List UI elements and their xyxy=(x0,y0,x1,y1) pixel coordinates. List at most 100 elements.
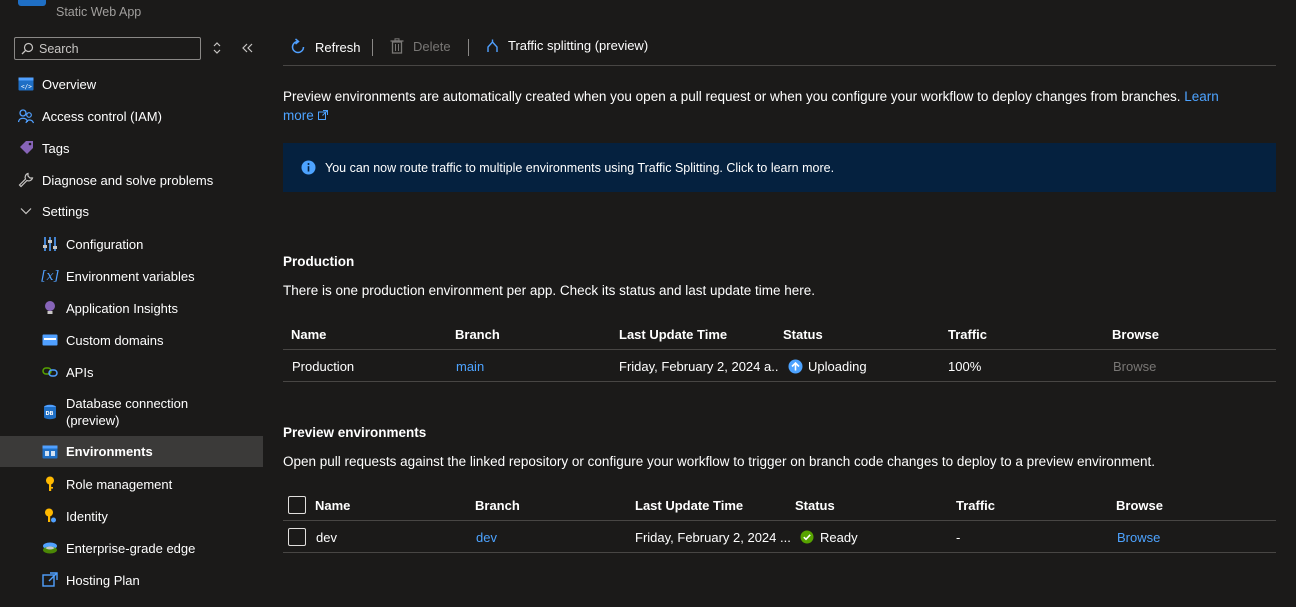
production-table: Name Branch Last Update Time Status Traf… xyxy=(283,318,1276,382)
sidebar-item-label: APIs xyxy=(66,364,94,380)
app-subtitle: Static Web App xyxy=(56,5,142,19)
refresh-label: Refresh xyxy=(315,39,361,55)
main-content: Refresh Delete Traffic splitting (previe… xyxy=(283,0,1276,607)
sidebar-item-database-connection[interactable]: DB Database connection (preview) xyxy=(0,394,263,430)
sidebar-item-overview[interactable]: </> Overview xyxy=(0,72,263,96)
column-header-last-update[interactable]: Last Update Time xyxy=(635,489,743,521)
sidebar-item-custom-domains[interactable]: Custom domains xyxy=(0,328,263,352)
lightbulb-icon xyxy=(42,300,58,316)
sidebar-item-label: Tags xyxy=(42,140,70,156)
upload-arrow-icon xyxy=(788,359,803,373)
traffic-splitting-label: Traffic splitting (preview) xyxy=(508,38,649,53)
column-header-browse[interactable]: Browse xyxy=(1112,318,1159,350)
column-header-last-update[interactable]: Last Update Time xyxy=(619,318,727,350)
sidebar-item-configuration[interactable]: Configuration xyxy=(0,232,263,256)
toolbar-divider xyxy=(468,39,469,56)
refresh-icon xyxy=(291,38,305,54)
preview-description: Open pull requests against the linked re… xyxy=(283,454,1155,469)
refresh-button[interactable]: Refresh xyxy=(289,38,361,56)
sidebar-item-label: Environments xyxy=(66,444,153,459)
people-icon xyxy=(18,108,34,124)
app-header: Static Web App xyxy=(0,0,263,24)
column-header-name[interactable]: Name xyxy=(315,489,350,521)
sidebar-item-enterprise-edge[interactable]: Enterprise-grade edge xyxy=(0,536,263,560)
production-title: Production xyxy=(283,254,355,269)
tag-icon xyxy=(18,140,34,156)
traffic-splitting-button[interactable]: Traffic splitting (preview) xyxy=(486,38,648,53)
row-checkbox[interactable] xyxy=(288,521,306,553)
branch-link[interactable]: dev xyxy=(476,521,497,553)
wrench-icon xyxy=(18,172,34,188)
chevron-down-icon xyxy=(18,203,34,219)
checkbox-box xyxy=(288,528,306,546)
table-header-row: Name Branch Last Update Time Status Traf… xyxy=(283,489,1276,521)
database-icon: DB xyxy=(42,404,58,420)
sidebar-item-label: Overview xyxy=(42,76,97,92)
column-header-status[interactable]: Status xyxy=(795,489,835,521)
search-icon xyxy=(21,42,34,55)
traffic-value: 100% xyxy=(948,358,982,374)
sidebar-item-diagnose[interactable]: Diagnose and solve problems xyxy=(0,168,263,192)
collapse-sidebar-icon[interactable] xyxy=(240,41,254,55)
checkmark-circle-icon xyxy=(800,530,814,544)
sidebar-item-tags[interactable]: Tags xyxy=(0,136,263,160)
key-icon xyxy=(42,476,58,492)
traffic-split-icon xyxy=(487,39,498,52)
browse-link[interactable]: Browse xyxy=(1117,521,1160,553)
toolbar-divider xyxy=(372,39,373,56)
info-banner-text: You can now route traffic to multiple en… xyxy=(325,160,835,175)
column-header-traffic[interactable]: Traffic xyxy=(956,489,995,521)
sort-icon[interactable] xyxy=(211,41,223,55)
sidebar-item-label: Configuration xyxy=(66,236,144,252)
sidebar-item-environments[interactable]: Environments xyxy=(0,436,263,467)
link-icon xyxy=(42,364,58,380)
learn-more-link-text: Learn xyxy=(1184,89,1219,104)
search-input[interactable]: Search xyxy=(14,37,201,60)
sidebar-item-hosting-plan[interactable]: Hosting Plan xyxy=(0,568,263,592)
checkbox-box xyxy=(288,496,306,514)
svg-text:DB: DB xyxy=(46,411,54,417)
last-update-time: Friday, February 2, 2024 ... xyxy=(635,529,791,545)
domain-icon xyxy=(42,332,58,348)
status-cell: Ready xyxy=(800,521,858,553)
environments-icon xyxy=(42,444,58,460)
table-row[interactable]: dev dev Friday, February 2, 2024 ... Rea… xyxy=(283,521,1276,553)
sidebar-item-role-management[interactable]: Role management xyxy=(0,472,263,496)
select-all-checkbox[interactable] xyxy=(288,489,306,521)
sidebar-item-label: Hosting Plan xyxy=(66,572,140,588)
search-placeholder: Search xyxy=(39,41,79,56)
column-header-name[interactable]: Name xyxy=(291,318,326,350)
column-header-branch[interactable]: Branch xyxy=(455,318,500,350)
env-name: Production xyxy=(292,358,355,374)
branch-link[interactable]: main xyxy=(456,350,484,382)
sidebar-group-settings[interactable]: Settings xyxy=(0,199,263,223)
column-header-traffic[interactable]: Traffic xyxy=(948,318,987,350)
table-row[interactable]: Production main Friday, February 2, 2024… xyxy=(283,350,1276,382)
sidebar: Static Web App Search </> Overview Acces… xyxy=(0,0,263,607)
sidebar-item-label: Environment variables xyxy=(66,268,195,284)
sidebar-item-label: Custom domains xyxy=(66,332,164,348)
external-link-icon xyxy=(317,110,328,120)
info-banner[interactable]: You can now route traffic to multiple en… xyxy=(283,143,1276,192)
delete-button[interactable]: Delete xyxy=(390,38,451,54)
svg-text:</>: </> xyxy=(21,84,32,91)
sidebar-item-label: Identity xyxy=(66,508,108,524)
sidebar-item-application-insights[interactable]: Application Insights xyxy=(0,296,263,320)
env-name: dev xyxy=(316,529,337,545)
sidebar-item-apis[interactable]: APIs xyxy=(0,360,263,384)
status-text: Uploading xyxy=(808,358,867,374)
production-description: There is one production environment per … xyxy=(283,283,816,298)
sidebar-item-label: Access control (IAM) xyxy=(42,108,162,124)
variable-icon: [x] xyxy=(41,268,59,284)
table-header-row: Name Branch Last Update Time Status Traf… xyxy=(283,318,1276,350)
identity-icon xyxy=(42,508,58,524)
sidebar-item-identity[interactable]: Identity xyxy=(0,504,263,528)
traffic-value: - xyxy=(956,529,961,545)
command-bar: Refresh Delete Traffic splitting (previe… xyxy=(283,34,1276,66)
column-header-branch[interactable]: Branch xyxy=(475,489,520,521)
last-update-time: Friday, February 2, 2024 a... xyxy=(619,358,779,374)
sidebar-item-environment-variables[interactable]: [x] Environment variables xyxy=(0,264,263,288)
column-header-status[interactable]: Status xyxy=(783,318,823,350)
column-header-browse[interactable]: Browse xyxy=(1116,489,1163,521)
sidebar-item-access-control[interactable]: Access control (IAM) xyxy=(0,104,263,128)
